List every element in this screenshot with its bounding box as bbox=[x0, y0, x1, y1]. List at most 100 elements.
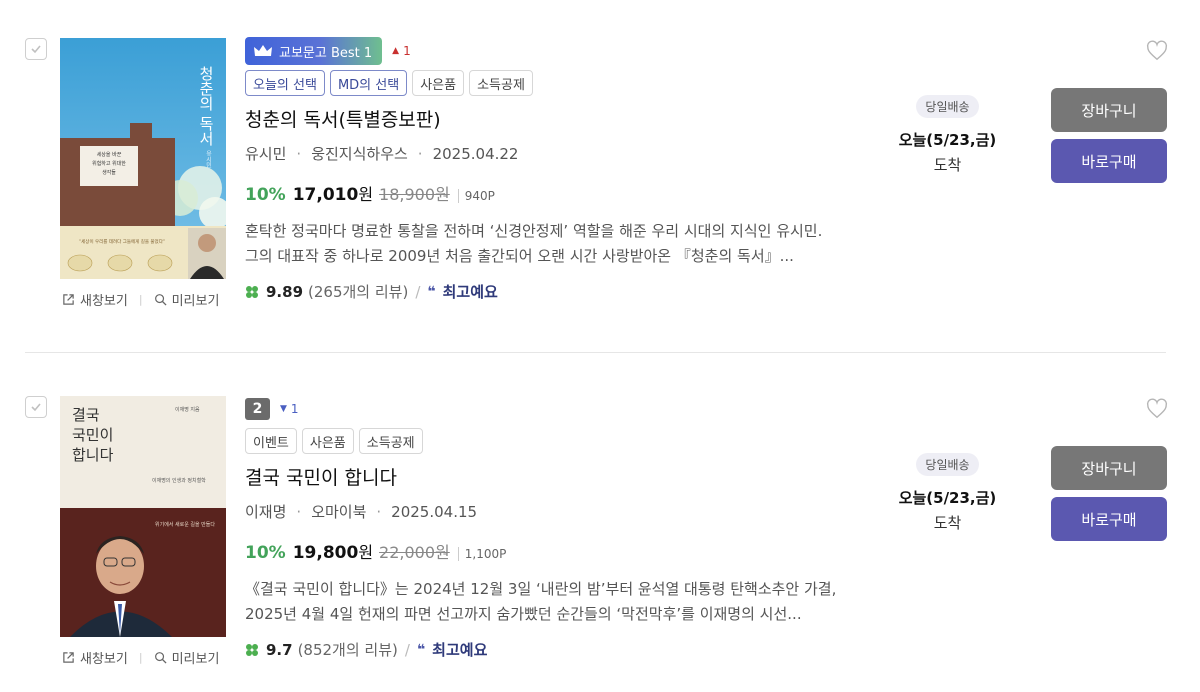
rank-change: ▼ 1 bbox=[280, 402, 299, 416]
currency-unit: 원 bbox=[358, 185, 374, 204]
external-link-icon bbox=[63, 652, 74, 663]
original-price: 18,900원 bbox=[379, 185, 450, 204]
tag[interactable]: 소득공제 bbox=[469, 70, 533, 96]
review-keyword: 최고예요 bbox=[432, 641, 488, 659]
tag[interactable]: 소득공제 bbox=[358, 428, 423, 454]
rank-change: ▲ 1 bbox=[392, 44, 411, 58]
new-window-label: 새창보기 bbox=[80, 652, 128, 667]
clover-icon bbox=[246, 643, 258, 656]
book-info: 교보문고 Best 1 ▲ 1 오늘의 선택 MD의 선택 사은품 소득공제 청… bbox=[245, 37, 845, 302]
buy-now-button[interactable]: 바로구매 bbox=[1051, 497, 1167, 541]
cover-title: 청춘의 독서 bbox=[197, 66, 215, 146]
sale-price: 17,010 bbox=[292, 185, 359, 205]
quote-icon: ❝ bbox=[416, 641, 426, 658]
tag-list: 오늘의 선택 MD의 선택 사은품 소득공제 bbox=[245, 70, 845, 96]
review-count[interactable]: (852개의 리뷰) bbox=[298, 639, 398, 660]
best-badge: 교보문고 Best 1 bbox=[245, 37, 383, 65]
rank-row: 2 ▼ 1 bbox=[245, 395, 845, 423]
delivery-date: 오늘(5/23,금) bbox=[898, 489, 997, 507]
tag[interactable]: 사은품 bbox=[412, 70, 465, 96]
new-window-link[interactable]: 새창보기 bbox=[62, 290, 128, 309]
rating-row: 9.89 (265개의 리뷰) / ❝ 최고예요 bbox=[245, 281, 845, 302]
delivery-badge: 당일배송 bbox=[916, 95, 979, 118]
preview-label: 미리보기 bbox=[171, 652, 220, 667]
rating-separator: / bbox=[415, 282, 421, 301]
select-checkbox[interactable] bbox=[25, 38, 47, 60]
add-to-cart-button[interactable]: 장바구니 bbox=[1051, 446, 1167, 490]
rank-down-icon: ▼ bbox=[280, 404, 287, 414]
discount-rate: 10% bbox=[245, 185, 286, 205]
tag[interactable]: 사은품 bbox=[301, 428, 354, 454]
preview-label: 미리보기 bbox=[171, 294, 220, 309]
meta-dot: · bbox=[376, 502, 382, 521]
tag[interactable]: MD의 선택 bbox=[329, 70, 408, 96]
discount-rate: 10% bbox=[245, 543, 286, 563]
cover-author: 유시민 bbox=[205, 150, 212, 168]
book-info: 2 ▼ 1 이벤트 사은품 소득공제 결국 국민이 합니다 이재명 · 오마이북… bbox=[245, 395, 845, 660]
rating-score: 9.7 bbox=[266, 640, 293, 659]
delivery-badge: 당일배송 bbox=[916, 453, 979, 476]
reward-points: 940P bbox=[457, 189, 495, 203]
preview-link[interactable]: 미리보기 bbox=[154, 648, 220, 667]
reward-points: 1,100P bbox=[457, 547, 506, 561]
tag-list: 이벤트 사은품 소득공제 bbox=[245, 428, 845, 454]
heart-icon[interactable] bbox=[1146, 398, 1168, 420]
book-description: 혼탁한 정국마다 명료한 통찰을 전하며 ‘신경안정제’ 역할을 해준 우리 시… bbox=[245, 222, 823, 265]
delivery-info: 당일배송 오늘(5/23,금) 도착 bbox=[880, 95, 1015, 175]
publish-date: 2025.04.22 bbox=[432, 144, 519, 163]
delivery-info: 당일배송 오늘(5/23,금) 도착 bbox=[880, 453, 1015, 533]
book-cover[interactable]: 청춘의 독서 유시민 세상을 바꾼 위험하고 위대한 생각들 “세상이 우리를 … bbox=[60, 38, 226, 279]
buy-now-button[interactable]: 바로구매 bbox=[1051, 139, 1167, 183]
tag[interactable]: 오늘의 선택 bbox=[245, 70, 325, 96]
book-title[interactable]: 청춘의 독서(특별증보판) bbox=[245, 106, 845, 134]
cover-title-line: 결국 bbox=[72, 406, 100, 424]
check-icon bbox=[31, 45, 41, 54]
review-count[interactable]: (265개의 리뷰) bbox=[308, 281, 408, 302]
quote-icon: ❝ bbox=[427, 283, 436, 300]
link-separator: | bbox=[138, 293, 143, 306]
svg-text:세상을 바꾼: 세상을 바꾼 bbox=[97, 151, 122, 158]
rating-row: 9.7 (852개의 리뷰) / ❝ 최고예요 bbox=[245, 639, 845, 660]
book-meta: 이재명 · 오마이북 · 2025.04.15 bbox=[245, 501, 845, 522]
heart-icon[interactable] bbox=[1146, 40, 1168, 62]
currency-unit: 원 bbox=[358, 543, 374, 562]
new-window-label: 새창보기 bbox=[80, 294, 128, 309]
add-to-cart-button[interactable]: 장바구니 bbox=[1051, 88, 1167, 132]
new-window-link[interactable]: 새창보기 bbox=[62, 648, 128, 667]
tag[interactable]: 이벤트 bbox=[245, 428, 297, 454]
delivery-arrive: 도착 bbox=[933, 514, 962, 532]
publisher-link[interactable]: 웅진지식하우스 bbox=[311, 143, 408, 164]
svg-text:위험하고 위대한: 위험하고 위대한 bbox=[92, 160, 126, 167]
rating-separator: / bbox=[404, 640, 410, 659]
rating-score: 9.89 bbox=[266, 282, 304, 301]
book-item: 청춘의 독서 유시민 세상을 바꾼 위험하고 위대한 생각들 “세상이 우리를 … bbox=[0, 0, 1200, 320]
author-link[interactable]: 이재명 bbox=[245, 501, 286, 522]
book-title[interactable]: 결국 국민이 합니다 bbox=[245, 464, 845, 492]
cover-author: 이재명 지음 bbox=[175, 406, 200, 413]
rank-change-value: 1 bbox=[290, 402, 299, 416]
search-icon bbox=[154, 652, 167, 664]
rank-row: 교보문고 Best 1 ▲ 1 bbox=[245, 37, 845, 65]
book-description: 《결국 국민이 합니다》는 2024년 12월 3일 ‘내란의 밤’부터 윤석열… bbox=[245, 580, 837, 623]
cover-title-line: 국민이 bbox=[72, 426, 113, 444]
cover-tagline: 위기에서 새로운 길을 만들다 bbox=[155, 521, 215, 528]
book-item: 결국 국민이 합니다 이재명 지음 이재명의 인생과 정치철학 위기에서 새로운… bbox=[0, 358, 1200, 678]
publish-date: 2025.04.15 bbox=[391, 502, 478, 521]
price-row: 10% 19,800 원 22,000원 1,100P bbox=[245, 539, 845, 563]
cover-links: 새창보기 | 미리보기 bbox=[62, 648, 219, 667]
svg-text:“세상이 우리를 데려다 그들에게 길을 물었다”: “세상이 우리를 데려다 그들에게 길을 물었다” bbox=[79, 238, 165, 245]
publisher-link[interactable]: 오마이북 bbox=[311, 501, 366, 522]
cover-title-line: 합니다 bbox=[72, 446, 114, 464]
meta-dot: · bbox=[296, 502, 302, 521]
delivery-arrive: 도착 bbox=[933, 156, 962, 174]
book-cover[interactable]: 결국 국민이 합니다 이재명 지음 이재명의 인생과 정치철학 위기에서 새로운… bbox=[60, 396, 226, 637]
cover-links: 새창보기 | 미리보기 bbox=[62, 290, 219, 309]
select-checkbox[interactable] bbox=[25, 396, 47, 418]
clover-icon bbox=[246, 285, 258, 298]
rank-number: 2 bbox=[245, 398, 270, 420]
svg-text:생각들: 생각들 bbox=[102, 169, 116, 176]
author-link[interactable]: 유시민 bbox=[245, 143, 286, 164]
check-icon bbox=[31, 403, 41, 412]
preview-link[interactable]: 미리보기 bbox=[154, 290, 220, 309]
review-keyword: 최고예요 bbox=[442, 283, 498, 301]
